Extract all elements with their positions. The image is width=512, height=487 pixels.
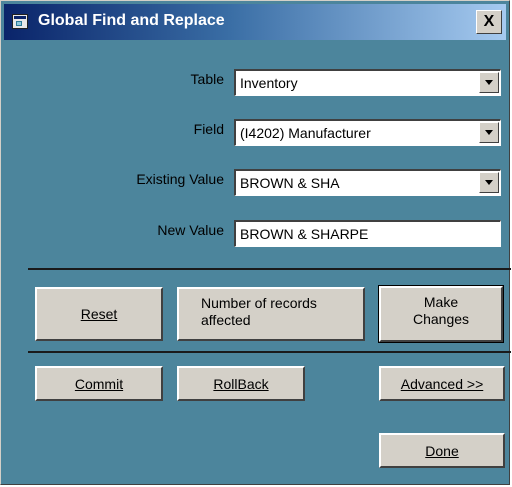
reset-button[interactable]: Reset [35, 287, 163, 341]
window-title: Global Find and Replace [38, 12, 225, 29]
rollback-button[interactable]: RollBack [177, 366, 305, 401]
chevron-down-icon [485, 130, 493, 135]
global-find-replace-window: Global Find and Replace X Table Inventor… [0, 0, 511, 485]
close-button[interactable]: X [476, 10, 502, 34]
field-label: Field [193, 121, 224, 137]
field-select-value: (I4202) Manufacturer [240, 125, 371, 141]
advanced-button[interactable]: Advanced >> [379, 366, 505, 401]
table-dropdown-button[interactable] [479, 72, 499, 93]
table-label: Table [190, 71, 224, 87]
commit-button[interactable]: Commit [35, 366, 163, 401]
existing-value-dropdown-button[interactable] [479, 172, 499, 193]
new-value-label: New Value [157, 222, 224, 238]
existing-value-text: BROWN & SHA [240, 175, 340, 191]
separator-bottom [28, 351, 511, 353]
done-button[interactable]: Done [379, 433, 505, 468]
field-select[interactable]: (I4202) Manufacturer [234, 119, 501, 146]
chevron-down-icon [485, 180, 493, 185]
form-window-icon [12, 14, 28, 29]
table-select-value: Inventory [240, 75, 298, 91]
number-of-records-affected-button[interactable]: Number of records affected [177, 287, 365, 341]
title-bar[interactable]: Global Find and Replace X [4, 4, 506, 40]
make-button-line1: Make [423, 294, 459, 310]
count-button-line2: affected [201, 312, 251, 328]
new-value-input[interactable]: BROWN & SHARPE [234, 220, 501, 247]
make-button-line2: Changes [412, 311, 470, 327]
make-changes-button[interactable]: Make Changes [378, 285, 504, 343]
separator-top [28, 268, 511, 270]
chevron-down-icon [485, 80, 493, 85]
existing-value-label: Existing Value [136, 171, 224, 187]
field-dropdown-button[interactable] [479, 122, 499, 143]
count-button-line1: Number of records [201, 295, 317, 311]
existing-value-select[interactable]: BROWN & SHA [234, 169, 501, 196]
table-select[interactable]: Inventory [234, 69, 501, 96]
new-value-text: BROWN & SHARPE [240, 226, 369, 242]
